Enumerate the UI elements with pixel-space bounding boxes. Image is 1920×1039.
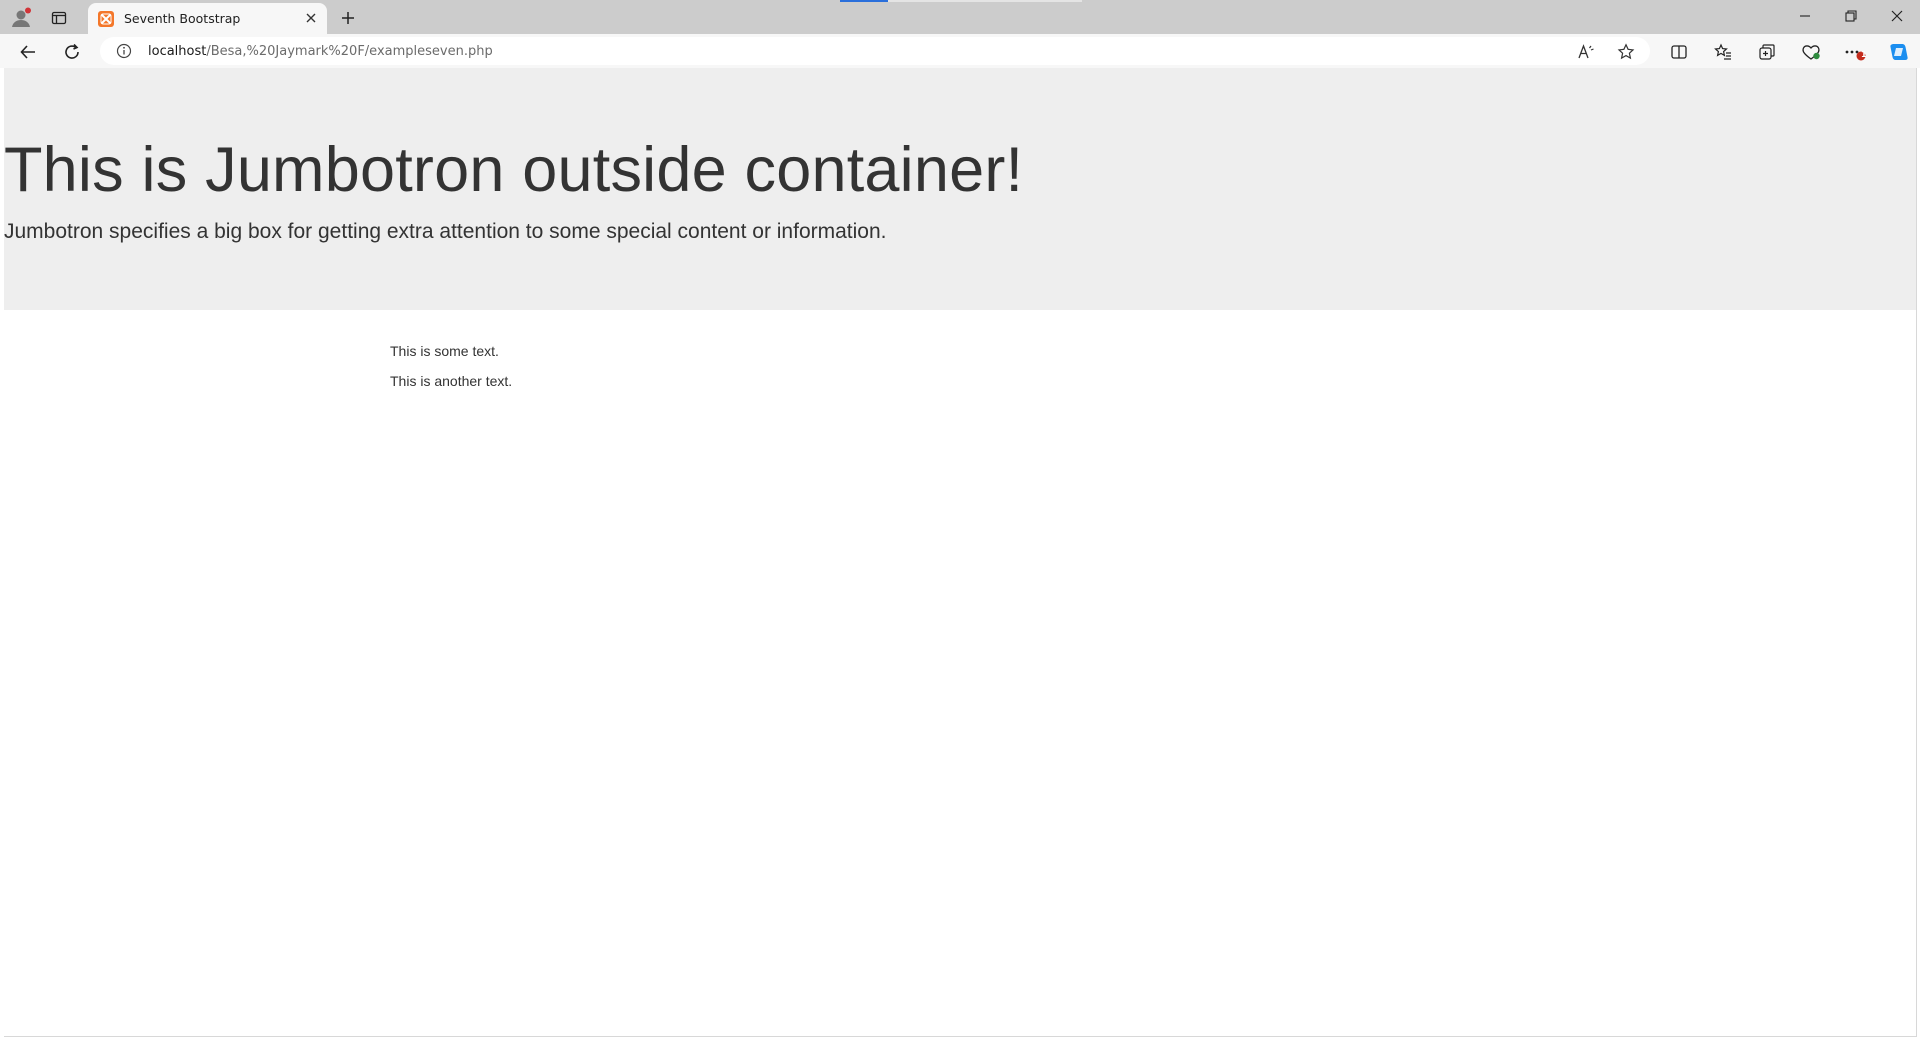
url-text[interactable]: localhost/Besa,%20Jaymark%20F/examplesev… [148, 44, 493, 59]
browser-toolbar: localhost/Besa,%20Jaymark%20F/examplesev… [0, 34, 1920, 68]
container-paragraph: This is some text. [390, 343, 499, 359]
close-tab-icon[interactable] [301, 8, 321, 28]
page-viewport: This is Jumbotron outside container! Jum… [4, 68, 1917, 1037]
container-paragraph: This is another text. [390, 373, 513, 389]
container: This is some text. This is another text. [390, 342, 512, 402]
jumbotron-lead: Jumbotron specifies a big box for gettin… [4, 220, 887, 243]
plus-icon [342, 12, 354, 24]
restore-button[interactable] [1828, 0, 1874, 32]
jumbotron-heading: This is Jumbotron outside container! [4, 135, 1024, 205]
close-window-button[interactable] [1874, 0, 1920, 32]
new-tab-button[interactable] [335, 5, 361, 31]
minimize-button[interactable] [1782, 0, 1828, 32]
read-aloud-icon[interactable] [1575, 41, 1597, 63]
refresh-icon [65, 43, 79, 59]
tab-actions-icon[interactable] [46, 5, 72, 31]
star-icon[interactable] [1615, 41, 1637, 63]
more-badge-count: 1 [1861, 50, 1867, 59]
tab-strip: Seventh Bootstrap [0, 0, 1920, 34]
profile-icon[interactable] [8, 5, 34, 31]
more-icon[interactable]: 1 [1841, 38, 1869, 66]
back-button[interactable] [14, 38, 42, 66]
loading-track [888, 0, 1082, 2]
tab-title: Seventh Bootstrap [124, 11, 241, 26]
xampp-favicon-icon [98, 11, 114, 27]
browser-essentials-icon[interactable] [1797, 38, 1825, 66]
split-screen-icon[interactable] [1665, 38, 1693, 66]
url-host: localhost [148, 44, 207, 59]
refresh-button[interactable] [58, 38, 86, 66]
browser-tab[interactable]: Seventh Bootstrap [88, 3, 327, 34]
favorites-icon[interactable] [1709, 38, 1737, 66]
copilot-icon[interactable] [1885, 38, 1913, 66]
collections-icon[interactable] [1753, 38, 1781, 66]
info-icon[interactable] [116, 43, 132, 59]
loading-indicator [840, 0, 888, 2]
url-path: /Besa,%20Jaymark%20F/exampleseven.php [206, 44, 493, 59]
address-bar[interactable]: localhost/Besa,%20Jaymark%20F/examplesev… [100, 37, 1650, 65]
jumbotron: This is Jumbotron outside container! Jum… [4, 68, 1916, 310]
back-arrow-icon [20, 45, 35, 59]
